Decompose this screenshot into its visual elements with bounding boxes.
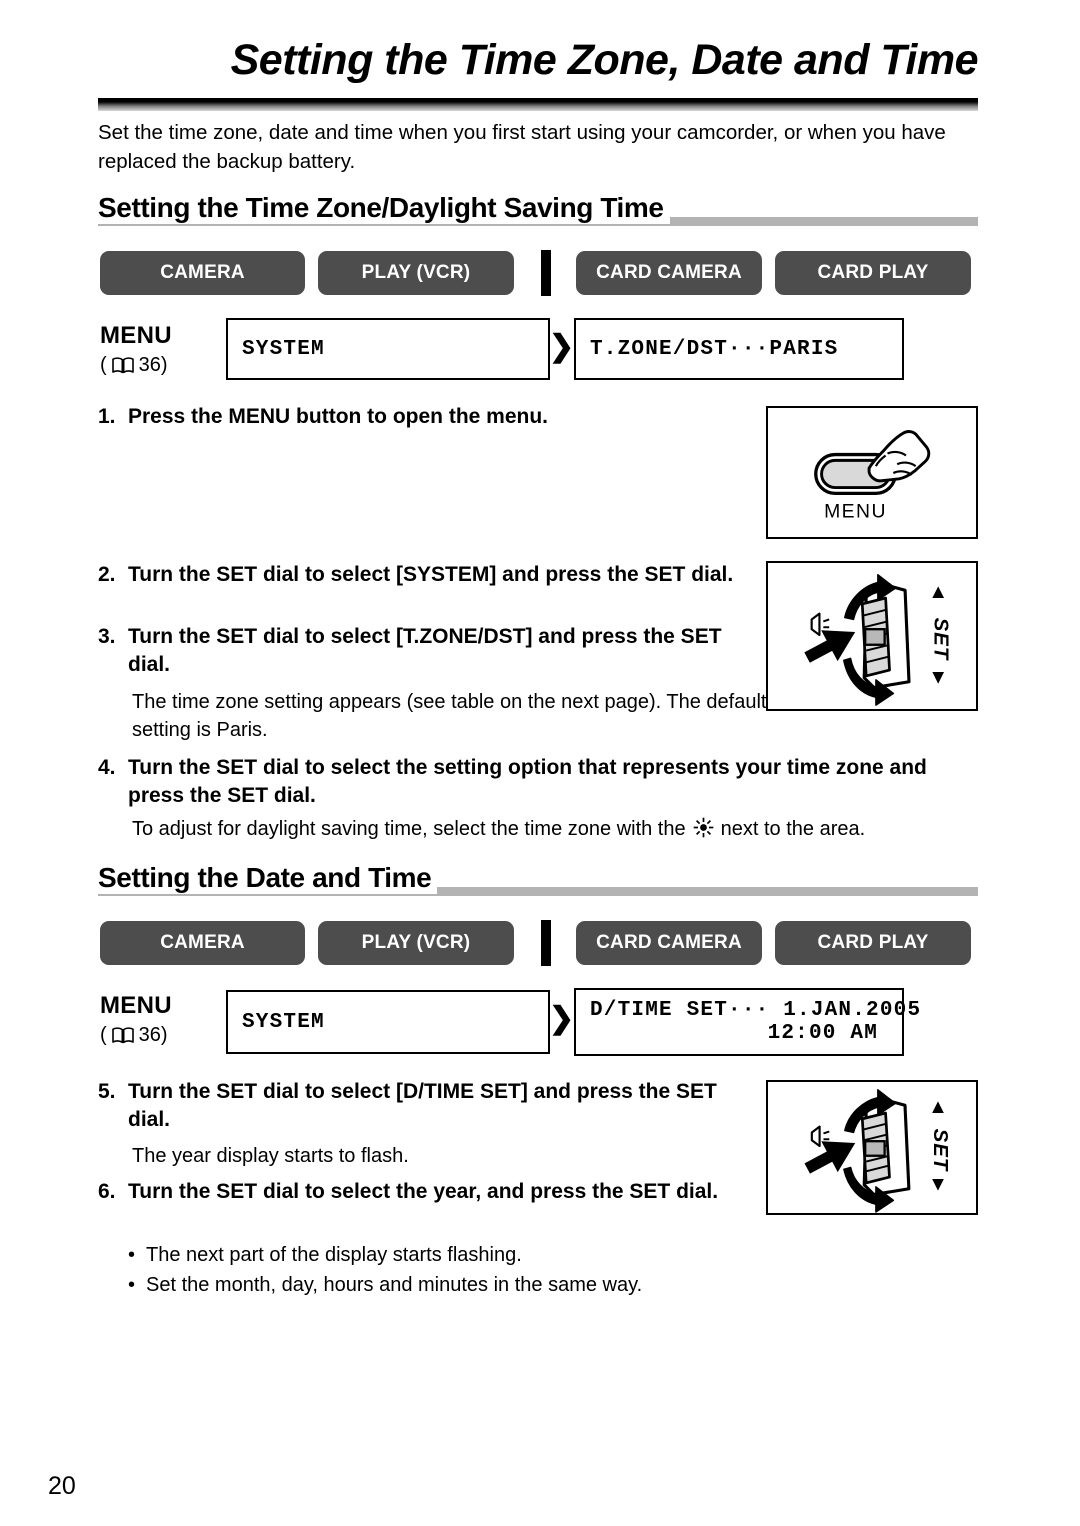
intro-paragraph: Set the time zone, date and time when yo…: [98, 121, 946, 174]
step-number: 3.: [98, 625, 116, 648]
mode-button-card-play[interactable]: CARD PLAY: [775, 251, 971, 295]
step-4-note-part2: next to the area.: [720, 818, 866, 840]
step-number: 4.: [98, 756, 116, 779]
mode-button-row-2: CAMERA PLAY (VCR) CARD CAMERA CARD PLAY: [100, 920, 980, 966]
mode-group-separator: [541, 920, 551, 966]
mode-button-camera[interactable]: CAMERA: [100, 921, 305, 965]
svg-text:MENU: MENU: [824, 501, 887, 523]
section-heading-date-time: Setting the Date and Time: [98, 862, 978, 896]
mode-button-play-vcr[interactable]: PLAY (VCR): [318, 251, 514, 295]
menu-label: MENU: [100, 992, 172, 1019]
lcd-box-tzone-dst: T.ZONE/DST···PARIS: [574, 318, 904, 380]
paren-close: ): [160, 1024, 168, 1046]
step-text: Turn the SET dial to select the year, an…: [128, 1180, 719, 1203]
lcd-box-dtime-set: D/TIME SET··· 1.JAN.2005 12:00 AM: [574, 988, 922, 1056]
menu-page-number: 36: [138, 354, 161, 376]
menu-page-reference: ( 36 ): [100, 354, 168, 377]
step-4: 4. Turn the SET dial to select the setti…: [98, 754, 983, 810]
bullet-text: The next part of the display starts flas…: [146, 1244, 522, 1266]
dst-sun-icon: [693, 817, 714, 838]
lcd-line: T.ZONE/DST···PARIS: [590, 337, 839, 361]
step-4-note-part1: To adjust for daylight saving time, sele…: [132, 818, 686, 840]
open-book-icon: [111, 357, 134, 374]
step-2: 2. Turn the SET dial to select [SYSTEM] …: [98, 561, 758, 589]
svg-text:SET: SET: [929, 618, 952, 661]
mode-button-camera[interactable]: CAMERA: [100, 251, 305, 295]
step-3: 3. Turn the SET dial to select [T.ZONE/D…: [98, 623, 763, 679]
menu-label: MENU: [100, 322, 172, 349]
lcd-line-date: D/TIME SET··· 1.JAN.2005: [590, 999, 922, 1022]
menu-path-2: MENU ( 36 ) SYSTEM ❯❯ D/TIME SET··· 1.JA…: [100, 988, 980, 1064]
lcd-line-time: 12:00 AM: [767, 1022, 878, 1045]
step-text: Turn the SET dial to select [T.ZONE/DST]…: [128, 625, 722, 676]
mode-button-card-camera[interactable]: CARD CAMERA: [576, 251, 762, 295]
step-number: 2.: [98, 563, 116, 586]
step-1: 1. Press the MENU button to open the men…: [98, 403, 748, 431]
menu-page-reference: ( 36 ): [100, 1024, 168, 1047]
page-number: 20: [48, 1472, 76, 1500]
bullet-dot-icon: •: [128, 1244, 136, 1266]
step-text: Turn the SET dial to select the setting …: [128, 756, 927, 807]
step-6: 6. Turn the SET dial to select the year,…: [98, 1178, 758, 1206]
mode-group-separator: [541, 250, 551, 296]
step-5-note: The year display starts to flash.: [132, 1145, 409, 1167]
set-dial-turn-press-illustration-2: SET: [766, 1080, 978, 1215]
bullet-text: Set the month, day, hours and minutes in…: [146, 1274, 643, 1296]
menu-button-press-illustration: MENU: [766, 406, 978, 539]
set-dial-turn-press-illustration-1: SET: [766, 561, 978, 711]
section-heading-time-zone: Setting the Time Zone/Daylight Saving Ti…: [98, 192, 978, 226]
open-book-icon: [111, 1027, 134, 1044]
step-3-note: The time zone setting appears (see table…: [132, 691, 767, 742]
mode-button-row-1: CAMERA PLAY (VCR) CARD CAMERA CARD PLAY: [100, 250, 980, 296]
bullet-item: • The next part of the display starts fl…: [128, 1240, 788, 1270]
bullet-item: • Set the month, day, hours and minutes …: [128, 1270, 788, 1300]
section-heading-text: Setting the Time Zone/Daylight Saving Ti…: [98, 192, 670, 224]
paren-open: (: [100, 1024, 107, 1046]
step-4-note: To adjust for daylight saving time, sele…: [132, 815, 982, 843]
title-rule: [98, 98, 978, 111]
step-number: 1.: [98, 405, 116, 428]
paren-close: ): [160, 354, 168, 376]
step-number: 6.: [98, 1180, 116, 1203]
step-5: 5. Turn the SET dial to select [D/TIME S…: [98, 1078, 758, 1134]
manual-page: Setting the Time Zone, Date and Time Set…: [0, 0, 1080, 1526]
menu-page-number: 36: [138, 1024, 161, 1046]
mode-button-play-vcr[interactable]: PLAY (VCR): [318, 921, 514, 965]
step-text: Press the MENU button to open the menu.: [128, 405, 549, 428]
step-number: 5.: [98, 1080, 116, 1103]
lcd-box-system-2: SYSTEM: [226, 990, 550, 1054]
menu-path-1: MENU ( 36 ) SYSTEM ❯❯ T.ZONE/DST···PARIS: [100, 318, 980, 388]
svg-text:SET: SET: [929, 1129, 951, 1172]
step-text: Turn the SET dial to select [D/TIME SET]…: [128, 1080, 717, 1131]
mode-button-card-play[interactable]: CARD PLAY: [775, 921, 971, 965]
paren-open: (: [100, 354, 107, 376]
bullet-dot-icon: •: [128, 1274, 136, 1296]
page-title: Setting the Time Zone, Date and Time: [230, 36, 979, 84]
lcd-line: SYSTEM: [242, 1010, 325, 1034]
lcd-box-system-1: SYSTEM: [226, 318, 550, 380]
section-heading-text: Setting the Date and Time: [98, 862, 438, 894]
step-6-bullets: • The next part of the display starts fl…: [128, 1240, 788, 1300]
mode-button-card-camera[interactable]: CARD CAMERA: [576, 921, 762, 965]
lcd-line: SYSTEM: [242, 337, 325, 361]
step-text: Turn the SET dial to select [SYSTEM] and…: [128, 563, 734, 586]
